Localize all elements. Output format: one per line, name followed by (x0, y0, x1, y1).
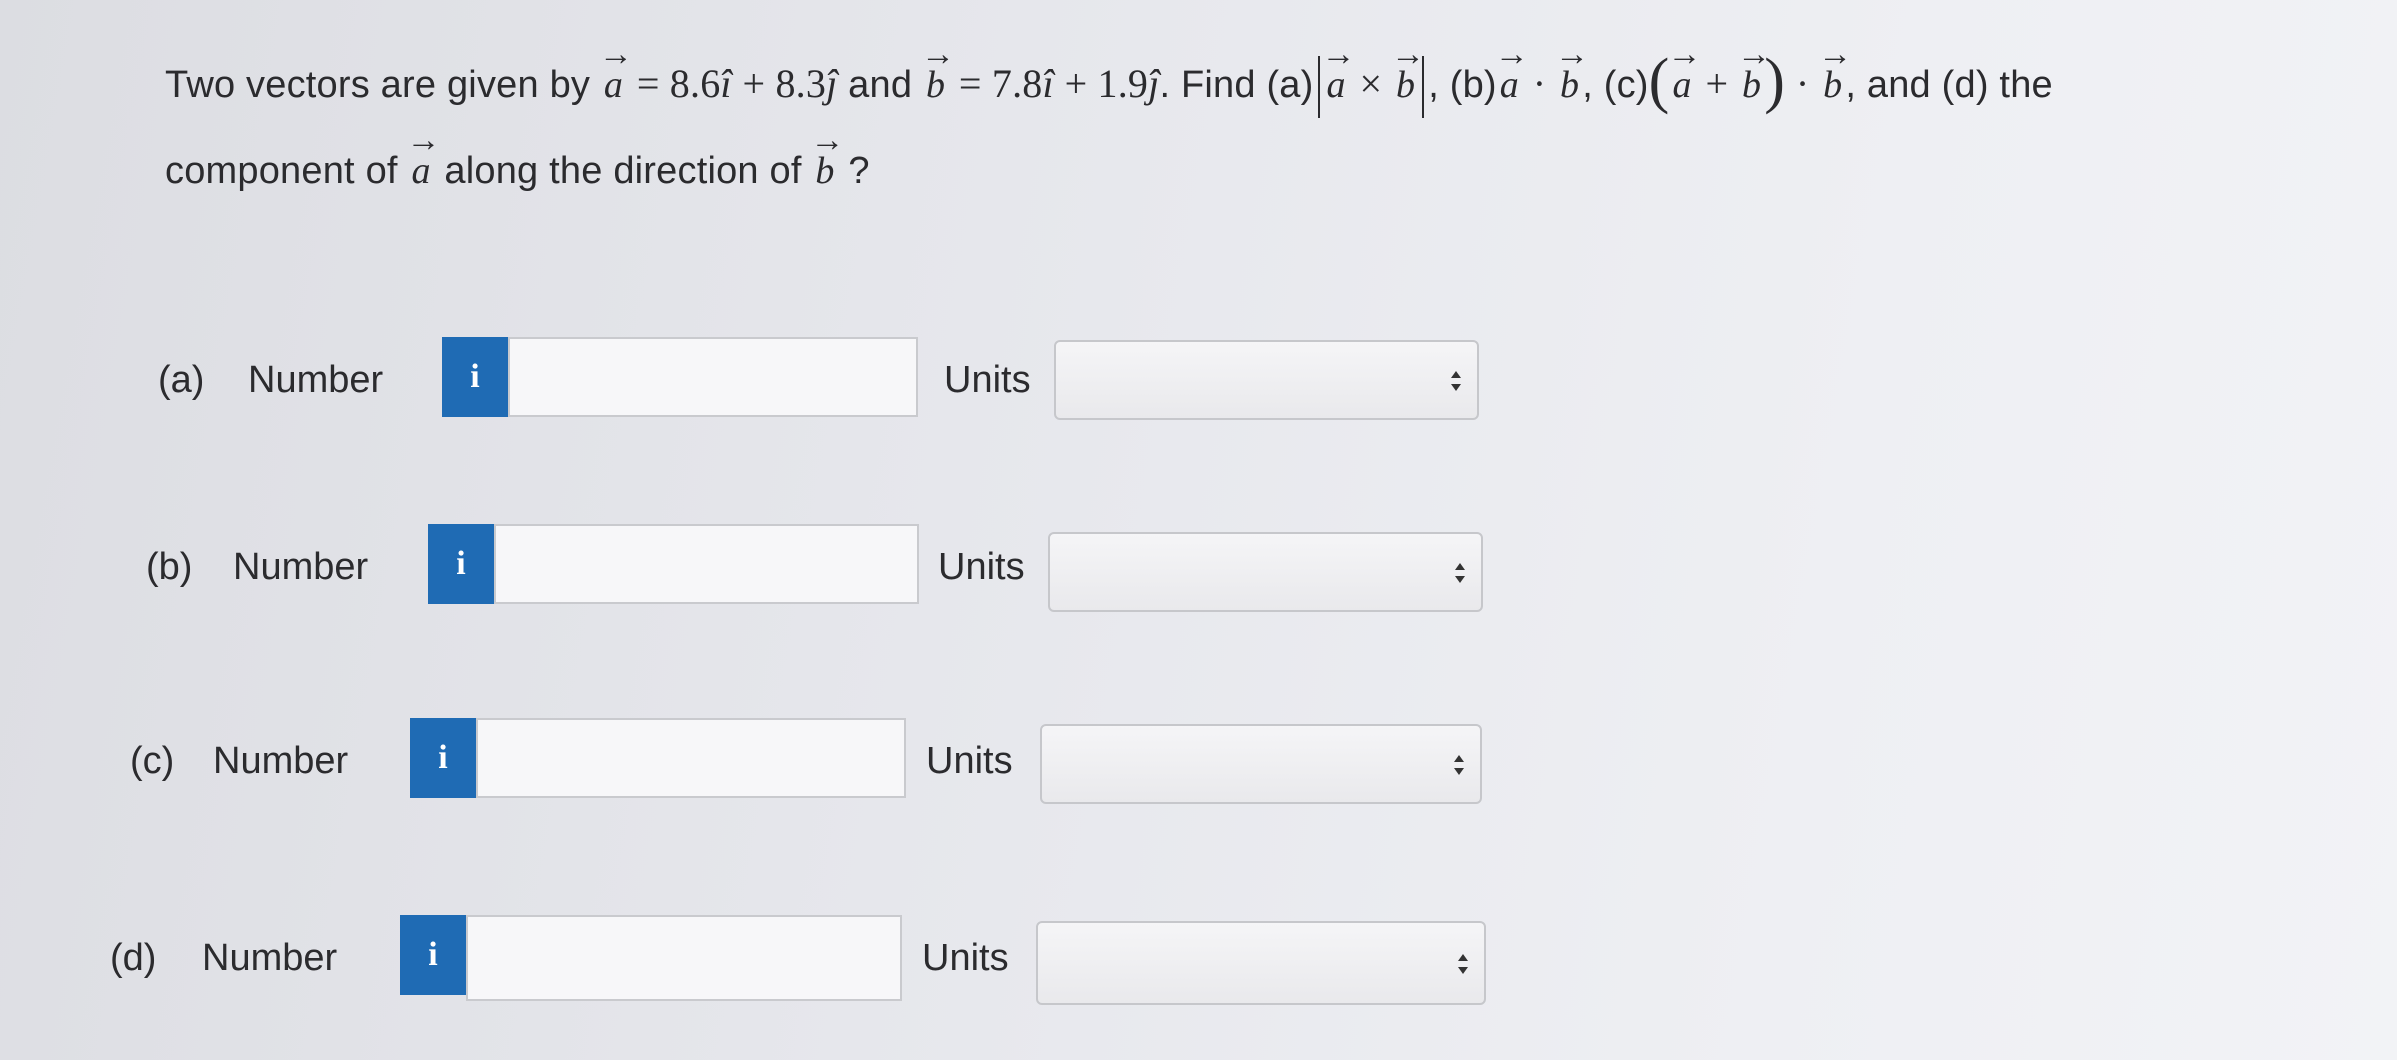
units-label-d: Units (922, 937, 1009, 979)
answer-row-c: (c) Number i Units (0, 718, 1500, 808)
vector-a-component: a (406, 98, 440, 214)
vector-b-direction: b (810, 98, 844, 214)
vector-b-dot: b (1555, 12, 1589, 128)
part-label-b: (b) (146, 546, 193, 588)
part-label-d: (d) (110, 937, 157, 979)
question-mark: ? (848, 150, 870, 192)
number-input-b[interactable] (494, 524, 919, 604)
answer-row-a: (a) Number i Units (0, 337, 1500, 427)
j-hat-b: ĵ (1148, 61, 1160, 106)
number-label-a: Number (248, 359, 384, 401)
part-c-text: , (c) (1582, 64, 1649, 106)
line2-start: component of (165, 150, 398, 192)
units-select-d[interactable] (1036, 921, 1486, 1005)
vector-b-sum: b (1737, 12, 1771, 128)
open-paren: ( (1648, 47, 1670, 115)
equals-a: = 8.6 (636, 61, 721, 106)
units-label-a: Units (944, 359, 1031, 401)
info-icon[interactable]: i (442, 337, 508, 417)
abs-bar-left (1317, 55, 1320, 118)
info-icon[interactable]: i (410, 718, 476, 798)
number-input-d[interactable] (466, 915, 902, 1001)
units-select-c[interactable] (1040, 724, 1482, 804)
vector-a-dot: a (1495, 12, 1529, 128)
units-select-b[interactable] (1048, 532, 1483, 612)
equals-b: = 7.8 (958, 61, 1043, 106)
units-label-c: Units (926, 740, 1013, 782)
i-hat-b: î (1042, 61, 1054, 106)
vector-a-cross: a (1321, 12, 1355, 128)
part-d-text: , and (d) the (1845, 64, 2053, 106)
vector-b: b (921, 12, 955, 128)
vector-b-dot-c: b (1818, 12, 1852, 128)
vector-a-sum: a (1668, 12, 1702, 128)
and-word: and (848, 64, 913, 106)
vector-a: a (599, 12, 633, 128)
number-label-b: Number (233, 546, 369, 588)
number-label-c: Number (213, 740, 349, 782)
units-select-a[interactable] (1054, 340, 1479, 420)
part-b-text: , (b) (1428, 64, 1497, 106)
spinner-arrows-icon (1455, 563, 1465, 583)
spinner-arrows-icon (1454, 755, 1464, 775)
dot-symbol: · (1532, 61, 1547, 106)
i-hat: î (720, 61, 732, 106)
question-intro: Two vectors are given by (165, 64, 591, 106)
answer-row-d: (d) Number i Units (0, 915, 1500, 1005)
number-input-c[interactable] (476, 718, 906, 798)
along-text: along the direction of (444, 150, 802, 192)
number-input-a[interactable] (508, 337, 918, 417)
units-label-b: Units (938, 546, 1025, 588)
part-label-a: (a) (158, 359, 205, 401)
find-text: . Find (a) (1159, 64, 1314, 106)
part-label-c: (c) (130, 740, 175, 782)
spinner-arrows-icon (1451, 371, 1461, 391)
vector-b-cross: b (1391, 12, 1425, 128)
spinner-arrows-icon (1458, 954, 1468, 974)
number-label-d: Number (202, 937, 338, 979)
plus-b: + 1.9 (1064, 61, 1149, 106)
info-icon[interactable]: i (428, 524, 494, 604)
info-icon[interactable]: i (400, 915, 466, 995)
cross-symbol: × (1359, 61, 1383, 106)
question-text: Two vectors are given by a = 8.6î + 8.3ĵ… (165, 12, 2225, 214)
answer-row-b: (b) Number i Units (0, 524, 1500, 614)
plus-symbol: + (1705, 61, 1729, 106)
dot-symbol-c: · (1795, 61, 1810, 106)
